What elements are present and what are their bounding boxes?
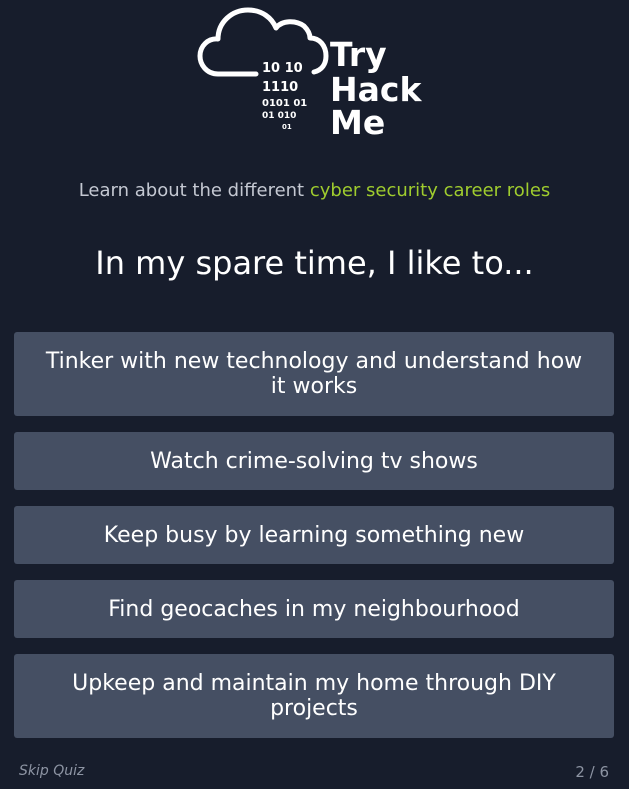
answer-option-3[interactable]: Keep busy by learning something new bbox=[14, 506, 614, 564]
cloud-logo-icon: 10 10 1110 0101 01 01 010 01 Try Hack Me bbox=[197, 7, 422, 140]
binary-line-2: 1110 bbox=[262, 80, 298, 95]
tagline-prefix: Learn about the different bbox=[78, 180, 310, 201]
skip-quiz-link[interactable]: Skip Quiz bbox=[19, 763, 84, 779]
tagline-link[interactable]: cyber security career roles bbox=[310, 180, 550, 201]
answer-option-2[interactable]: Watch crime-solving tv shows bbox=[14, 432, 614, 490]
answer-option-1[interactable]: Tinker with new technology and understan… bbox=[14, 332, 614, 416]
binary-line-1: 10 10 bbox=[262, 61, 303, 76]
answer-option-5[interactable]: Upkeep and maintain my home through DIY … bbox=[14, 654, 614, 738]
answer-option-label: Find geocaches in my neighbourhood bbox=[108, 596, 520, 622]
binary-line-4: 01 010 bbox=[262, 111, 296, 121]
binary-line-3: 0101 01 bbox=[262, 98, 307, 109]
answer-options: Tinker with new technology and understan… bbox=[14, 332, 614, 754]
quiz-progress: 2 / 6 bbox=[575, 763, 609, 781]
tryhackme-logo: 10 10 1110 0101 01 01 010 01 Try Hack Me bbox=[196, 6, 436, 140]
quiz-question: In my spare time, I like to... bbox=[95, 244, 534, 282]
quiz-page: 10 10 1110 0101 01 01 010 01 Try Hack Me… bbox=[0, 0, 629, 789]
answer-option-label: Upkeep and maintain my home through DIY … bbox=[72, 671, 556, 721]
answer-option-label: Tinker with new technology and understan… bbox=[45, 349, 583, 399]
answer-option-label: Watch crime-solving tv shows bbox=[150, 448, 478, 474]
tagline: Learn about the different cyber security… bbox=[0, 178, 629, 204]
logo-word-try: Try bbox=[330, 35, 387, 74]
logo-word-me: Me bbox=[330, 103, 385, 140]
answer-option-label: Keep busy by learning something new bbox=[103, 522, 525, 548]
binary-line-5: 01 bbox=[282, 123, 292, 131]
answer-option-4[interactable]: Find geocaches in my neighbourhood bbox=[14, 580, 614, 638]
